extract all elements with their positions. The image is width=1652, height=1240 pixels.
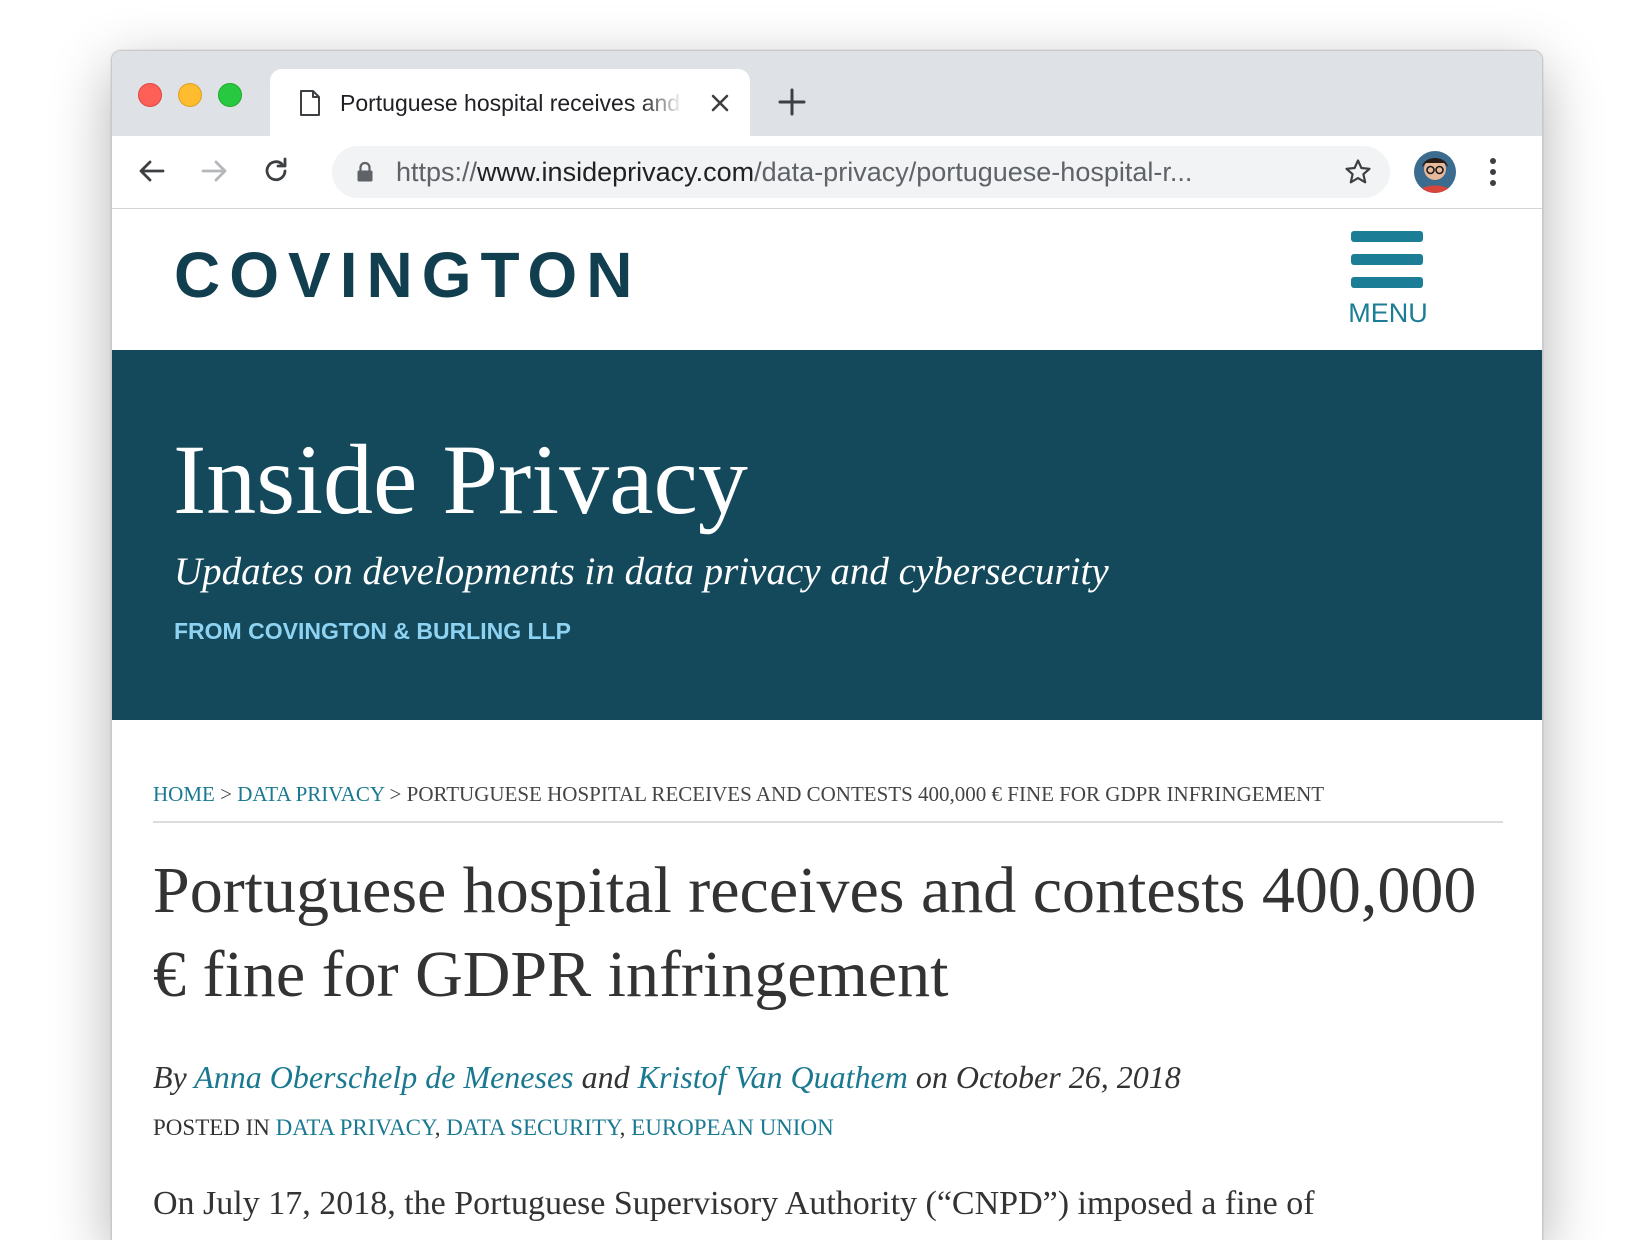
arrow-right-icon[interactable]: [198, 155, 230, 187]
posted-in: POSTED IN DATA PRIVACY, DATA SECURITY, E…: [153, 1113, 834, 1143]
document-icon: [300, 90, 320, 116]
category-link[interactable]: DATA PRIVACY: [276, 1115, 435, 1140]
url-scheme: https://: [396, 157, 478, 187]
address-bar[interactable]: https://www.insideprivacy.com/data-priva…: [332, 146, 1390, 198]
tab-strip: Portuguese hospital receives and contest…: [112, 51, 1542, 136]
posted-in-prefix: POSTED IN: [153, 1115, 276, 1140]
author-link[interactable]: Anna Oberschelp de Meneses: [194, 1059, 573, 1095]
lock-icon[interactable]: [356, 161, 374, 183]
zoom-window-button[interactable]: [218, 83, 242, 107]
browser-window: Portuguese hospital receives and contest…: [111, 50, 1543, 1240]
article-title: Portuguese hospital receives and contest…: [153, 854, 1477, 1011]
category-separator: ,: [619, 1115, 632, 1140]
article-date: October 26, 2018: [955, 1059, 1181, 1095]
blog-from: FROM COVINGTON & BURLING LLP: [174, 618, 571, 644]
minimize-window-button[interactable]: [178, 83, 202, 107]
tab-title: Portuguese hospital receives and contest…: [340, 90, 690, 116]
covington-logo[interactable]: COVINGTON: [174, 235, 641, 315]
close-window-button[interactable]: [138, 83, 162, 107]
close-icon[interactable]: [708, 91, 732, 115]
breadcrumb-divider: [153, 821, 1503, 823]
menu-label: MENU: [1348, 298, 1428, 328]
tab-active[interactable]: Portuguese hospital receives and contest…: [270, 69, 750, 136]
page-content: COVINGTON MENU Inside Privacy Updates on…: [112, 209, 1542, 1240]
arrow-left-icon[interactable]: [136, 155, 168, 187]
url-path: /data-privacy/portuguese-hospital-r...: [754, 157, 1193, 187]
profile-avatar[interactable]: [1414, 151, 1456, 193]
breadcrumb-home[interactable]: HOME: [153, 782, 215, 806]
breadcrumb-separator: >: [384, 782, 407, 806]
breadcrumb-current: PORTUGUESE HOSPITAL RECEIVES AND CONTEST…: [406, 782, 1325, 806]
byline-joiner: and: [573, 1059, 638, 1095]
breadcrumb-separator: >: [214, 782, 238, 806]
menu-bar-icon: [1351, 277, 1423, 288]
hero-banner: Inside Privacy Updates on developments i…: [112, 350, 1542, 720]
blog-subtitle: Updates on developments in data privacy …: [174, 550, 1109, 593]
author-link[interactable]: Kristof Van Quathem: [638, 1059, 908, 1095]
url-host: www.insideprivacy.com: [477, 157, 755, 187]
article-byline: By Anna Oberschelp de Meneses and Kristo…: [153, 1057, 1181, 1097]
menu-bar-icon: [1351, 231, 1423, 242]
article-body: On July 17, 2018, the Portuguese Supervi…: [153, 1185, 1315, 1222]
breadcrumb: HOME > DATA PRIVACY > PORTUGUESE HOSPITA…: [153, 779, 1503, 809]
breadcrumb-data-privacy[interactable]: DATA PRIVACY: [237, 782, 384, 806]
menu-button[interactable]: MENU: [1340, 231, 1430, 331]
browser-toolbar: https://www.insideprivacy.com/data-priva…: [112, 136, 1542, 209]
category-link[interactable]: EUROPEAN UNION: [631, 1115, 834, 1140]
byline-prefix: By: [153, 1059, 195, 1095]
byline-date-prefix: on: [907, 1059, 956, 1095]
avatar-image: [1414, 151, 1456, 193]
category-separator: ,: [434, 1115, 447, 1140]
site-header: COVINGTON MENU: [112, 209, 1542, 350]
blog-title[interactable]: Inside Privacy: [173, 420, 748, 540]
category-link[interactable]: DATA SECURITY: [446, 1115, 619, 1140]
plus-icon[interactable]: [777, 87, 807, 117]
url-text[interactable]: https://www.insideprivacy.com/data-priva…: [396, 154, 1296, 190]
reload-icon[interactable]: [260, 155, 292, 187]
menu-bar-icon: [1351, 254, 1423, 265]
star-icon[interactable]: [1344, 158, 1372, 186]
kebab-icon[interactable]: [1488, 156, 1498, 188]
